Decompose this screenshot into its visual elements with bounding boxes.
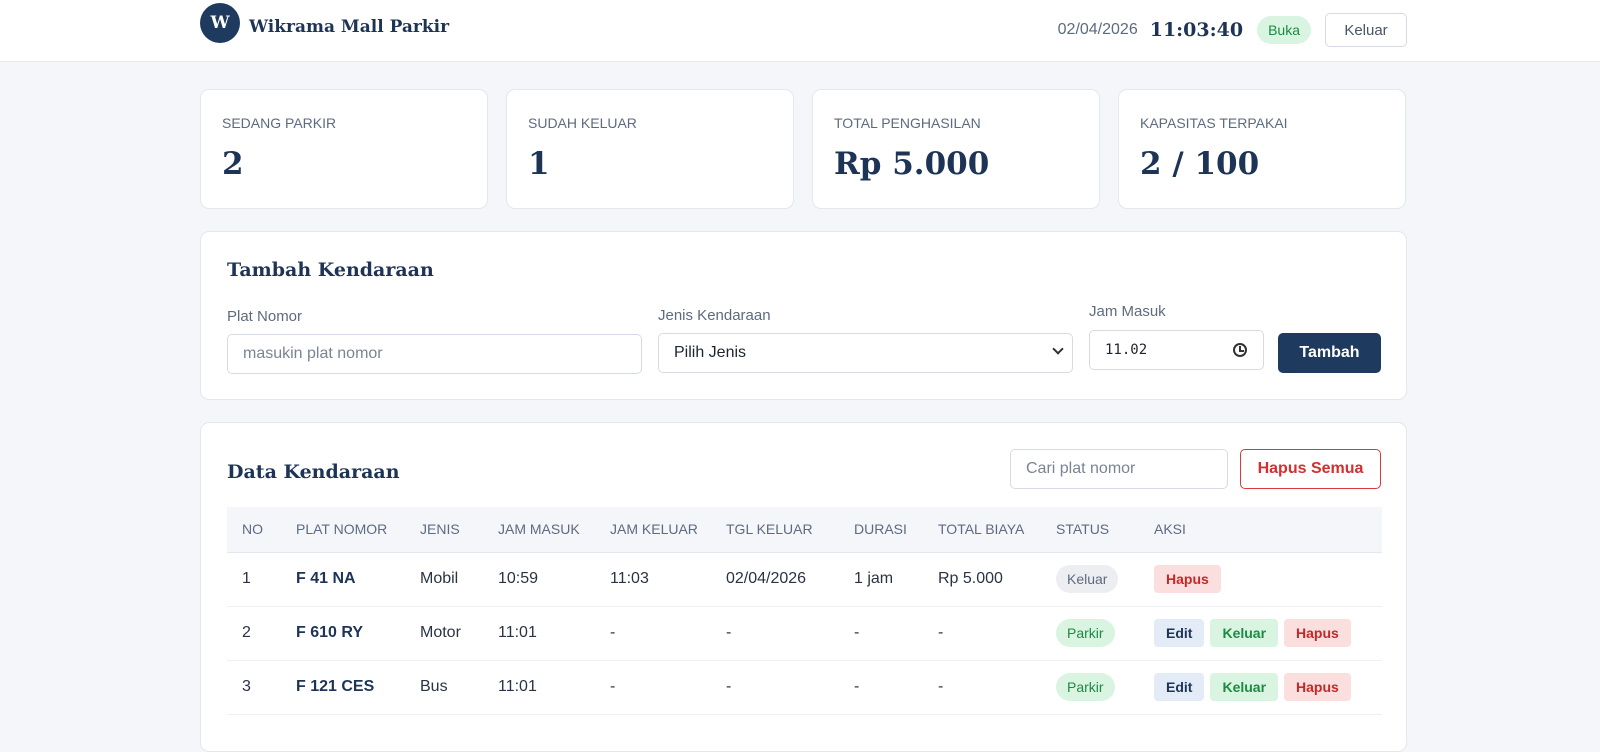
- stat-label: SUDAH KELUAR: [528, 115, 637, 131]
- stat-value: Rp 5.000: [834, 146, 990, 182]
- stat-card-exited: SUDAH KELUAR 1: [506, 89, 794, 209]
- row-exit-date: -: [711, 606, 839, 661]
- clear-all-button[interactable]: Hapus Semua: [1240, 449, 1381, 489]
- row-no: 1: [227, 552, 281, 607]
- col-plate: PLAT NOMOR: [281, 507, 405, 553]
- vehicle-data-card: Data Kendaraan Cari plat nomor Hapus Sem…: [200, 422, 1407, 752]
- row-exit-time: -: [595, 660, 711, 715]
- plate-label: Plat Nomor: [227, 308, 303, 325]
- brand[interactable]: W Wikrama Mall Parkir: [200, 3, 449, 43]
- status-badge: Parkir: [1056, 619, 1115, 647]
- row-exit-time: -: [595, 606, 711, 661]
- row-actions: Hapus: [1139, 552, 1382, 607]
- add-vehicle-button[interactable]: Tambah: [1278, 333, 1381, 373]
- row-plate: F 41 NA: [281, 552, 405, 607]
- entry-time-value: 11.02: [1105, 342, 1148, 358]
- row-plate: F 121 CES: [281, 660, 405, 715]
- vehicle-type-selected: Pilih Jenis: [674, 344, 747, 361]
- col-duration: DURASI: [839, 507, 923, 553]
- row-exit-date: -: [711, 660, 839, 715]
- row-exit-date: 02/04/2026: [711, 552, 839, 607]
- row-type: Mobil: [405, 552, 483, 607]
- stat-value: 2: [222, 146, 244, 182]
- clock-icon[interactable]: [1233, 343, 1247, 357]
- row-exit-time: 11:03: [595, 552, 711, 607]
- checkout-button[interactable]: Keluar: [1210, 619, 1279, 647]
- row-total-cost: -: [923, 660, 1041, 715]
- row-no: 3: [227, 660, 281, 715]
- open-status-badge: Buka: [1257, 16, 1311, 44]
- top-navbar: W Wikrama Mall Parkir 02/04/2026 11:03:4…: [0, 0, 1600, 62]
- stat-value: 2 / 100: [1140, 146, 1260, 182]
- stat-label: SEDANG PARKIR: [222, 115, 337, 131]
- header-status-area: 02/04/2026 11:03:40 Buka Keluar: [1058, 13, 1407, 47]
- row-status: Keluar: [1041, 552, 1139, 607]
- row-actions: Edit Keluar Hapus: [1139, 606, 1382, 661]
- row-type: Bus: [405, 660, 483, 715]
- row-entry-time: 10:59: [483, 552, 595, 607]
- row-type: Motor: [405, 606, 483, 661]
- stat-card-parked: SEDANG PARKIR 2: [200, 89, 488, 209]
- table-row: 1 F 41 NA Mobil 10:59 11:03 02/04/2026 1…: [227, 552, 1382, 607]
- row-duration: 1 jam: [839, 552, 923, 607]
- col-total-cost: TOTAL BIAYA: [923, 507, 1041, 553]
- vehicle-table: NO PLAT NOMOR JENIS JAM MASUK JAM KELUAR…: [227, 507, 1382, 715]
- col-type: JENIS: [405, 507, 483, 553]
- col-status: STATUS: [1041, 507, 1139, 553]
- col-entry-time: JAM MASUK: [483, 507, 595, 553]
- row-status: Parkir: [1041, 606, 1139, 661]
- table-row: 2 F 610 RY Motor 11:01 - - - - Parkir Ed…: [227, 606, 1382, 661]
- row-plate: F 610 RY: [281, 606, 405, 661]
- checkout-button[interactable]: Keluar: [1210, 673, 1279, 701]
- stat-value: 1: [528, 146, 550, 182]
- entry-time-label: Jam Masuk: [1089, 303, 1166, 320]
- status-badge: Parkir: [1056, 673, 1115, 701]
- col-no: NO: [227, 507, 281, 553]
- add-vehicle-title: Tambah Kendaraan: [227, 259, 434, 281]
- entry-time-input[interactable]: 11.02: [1089, 330, 1264, 370]
- delete-button[interactable]: Hapus: [1284, 619, 1351, 647]
- row-duration: -: [839, 606, 923, 661]
- row-entry-time: 11:01: [483, 606, 595, 661]
- current-time: 11:03:40: [1149, 19, 1244, 41]
- search-plate-input[interactable]: Cari plat nomor: [1010, 449, 1228, 489]
- stat-label: KAPASITAS TERPAKAI: [1140, 115, 1288, 131]
- app-name: Wikrama Mall Parkir: [249, 17, 450, 37]
- vehicle-type-label: Jenis Kendaraan: [658, 307, 771, 324]
- table-header-row: NO PLAT NOMOR JENIS JAM MASUK JAM KELUAR…: [227, 507, 1382, 553]
- vehicle-data-title: Data Kendaraan: [227, 461, 400, 483]
- row-total-cost: -: [923, 606, 1041, 661]
- plate-input[interactable]: masukin plat nomor: [227, 334, 642, 374]
- logo-icon: W: [200, 3, 240, 43]
- vehicle-type-select[interactable]: Pilih Jenis: [658, 333, 1073, 373]
- logout-button[interactable]: Keluar: [1325, 13, 1407, 47]
- edit-button[interactable]: Edit: [1154, 673, 1205, 701]
- row-no: 2: [227, 606, 281, 661]
- edit-button[interactable]: Edit: [1154, 619, 1205, 647]
- add-vehicle-card: Tambah Kendaraan Plat Nomor masukin plat…: [200, 231, 1407, 400]
- stat-card-income: TOTAL PENGHASILAN Rp 5.000: [812, 89, 1100, 209]
- row-status: Parkir: [1041, 660, 1139, 715]
- delete-button[interactable]: Hapus: [1154, 565, 1221, 593]
- col-actions: AKSI: [1139, 507, 1382, 553]
- chevron-down-icon: [1052, 343, 1064, 355]
- table-row: 3 F 121 CES Bus 11:01 - - - - Parkir Edi…: [227, 660, 1382, 715]
- row-total-cost: Rp 5.000: [923, 552, 1041, 607]
- stat-card-capacity: KAPASITAS TERPAKAI 2 / 100: [1118, 89, 1406, 209]
- current-date: 02/04/2026: [1057, 21, 1138, 38]
- row-duration: -: [839, 660, 923, 715]
- stat-label: TOTAL PENGHASILAN: [834, 115, 981, 131]
- status-badge: Keluar: [1056, 565, 1119, 593]
- row-actions: Edit Keluar Hapus: [1139, 660, 1382, 715]
- col-exit-time: JAM KELUAR: [595, 507, 711, 553]
- delete-button[interactable]: Hapus: [1284, 673, 1351, 701]
- row-entry-time: 11:01: [483, 660, 595, 715]
- col-exit-date: TGL KELUAR: [711, 507, 839, 553]
